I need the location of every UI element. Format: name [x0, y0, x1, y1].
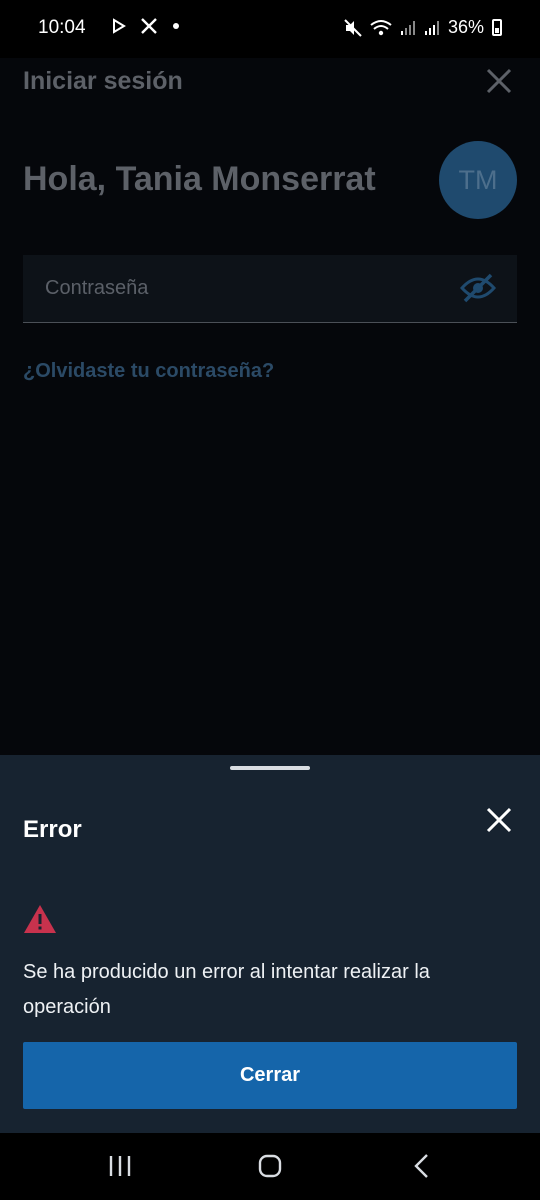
status-bar: 10:04 36%: [0, 0, 540, 58]
greeting-heading: Hola, Tania Monserrat: [23, 160, 376, 198]
recents-icon[interactable]: [108, 1154, 132, 1178]
battery-percent: 36%: [447, 17, 484, 37]
drag-handle[interactable]: [230, 766, 310, 770]
media-play-icon: [113, 18, 126, 34]
notification-icons: [112, 17, 180, 35]
navigation-bar: [0, 1133, 540, 1200]
close-icon[interactable]: [484, 66, 514, 96]
signal-icon: [424, 20, 439, 35]
close-icon[interactable]: [484, 805, 514, 835]
error-bottom-sheet: Error Se ha producido un error al intent…: [0, 755, 540, 1133]
mute-icon: [344, 18, 362, 37]
sheet-title: Error: [23, 816, 82, 843]
password-field[interactable]: [23, 255, 517, 323]
dot-icon: [173, 23, 179, 29]
forgot-password-link[interactable]: ¿Olvidaste tu contraseña?: [23, 360, 274, 383]
battery-icon: [492, 19, 502, 36]
close-button[interactable]: Cerrar: [23, 1042, 517, 1109]
system-icons: 36%: [344, 17, 502, 38]
error-message: Se ha producido un error al intentar rea…: [23, 961, 430, 1018]
status-time: 10:04: [38, 17, 86, 38]
wifi-icon: [370, 19, 392, 35]
warning-icon: [24, 905, 56, 933]
avatar: TM: [439, 141, 517, 219]
back-icon[interactable]: [410, 1153, 434, 1179]
x-logo-icon: [141, 18, 157, 34]
signal-icon: [400, 20, 415, 35]
page-title: Iniciar sesión: [23, 67, 183, 95]
eye-off-icon[interactable]: [460, 272, 496, 304]
password-input[interactable]: [23, 255, 465, 321]
login-screen: Iniciar sesión Hola, Tania Monserrat TM …: [0, 58, 540, 755]
home-icon[interactable]: [258, 1154, 282, 1178]
